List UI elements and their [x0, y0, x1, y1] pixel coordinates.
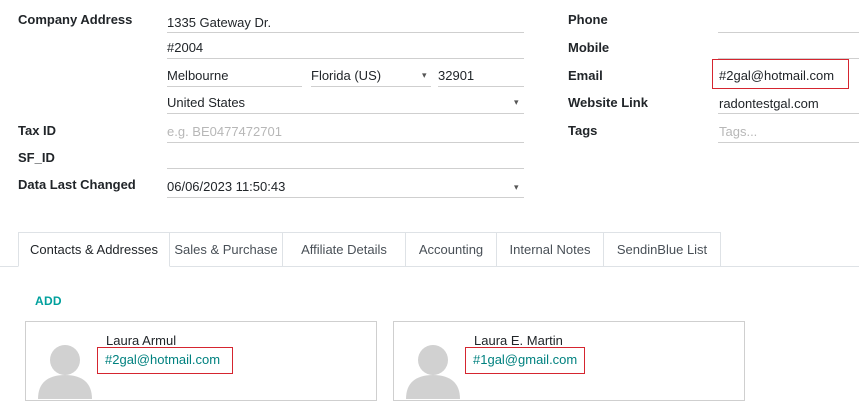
- tags-label: Tags: [568, 123, 598, 138]
- street-input[interactable]: 1335 Gateway Dr.: [167, 15, 271, 30]
- tags-underline: [718, 142, 859, 143]
- street2-underline: [167, 58, 524, 59]
- tab-sales-purchase[interactable]: Sales & Purchase: [170, 232, 283, 266]
- tax-id-input[interactable]: e.g. BE0477472701: [167, 124, 282, 139]
- contact-email-link[interactable]: #2gal@hotmail.com: [105, 352, 220, 367]
- mobile-label: Mobile: [568, 40, 610, 55]
- country-caret-icon[interactable]: ▾: [514, 97, 519, 108]
- data-last-changed-label: Data Last Changed: [18, 177, 136, 192]
- tags-input[interactable]: Tags...: [719, 124, 757, 139]
- data-last-changed-caret-icon[interactable]: ▾: [514, 182, 519, 193]
- contact-name: Laura E. Martin: [474, 333, 563, 348]
- company-address-label: Company Address: [18, 12, 133, 27]
- street2-input[interactable]: #2004: [167, 40, 203, 55]
- zip-input[interactable]: 32901: [438, 68, 474, 83]
- state-caret-icon[interactable]: ▾: [422, 70, 427, 81]
- website-underline: [718, 113, 859, 114]
- sf-id-label: SF_ID: [18, 150, 55, 165]
- city-underline: [167, 86, 302, 87]
- phone-input[interactable]: [718, 32, 859, 33]
- email-input[interactable]: #2gal@hotmail.com: [719, 68, 834, 83]
- avatar-placeholder-icon: [406, 345, 460, 399]
- website-input[interactable]: radontestgal.com: [719, 96, 819, 111]
- website-label: Website Link: [568, 95, 648, 110]
- contact-name: Laura Armul: [106, 333, 177, 348]
- tab-accounting[interactable]: Accounting: [406, 232, 497, 266]
- tab-affiliate-details[interactable]: Affiliate Details: [283, 232, 406, 266]
- tax-id-underline: [167, 142, 524, 143]
- add-contact-button[interactable]: ADD: [35, 294, 62, 308]
- sf-id-input[interactable]: [167, 168, 524, 169]
- zip-underline: [438, 86, 524, 87]
- data-last-changed-input[interactable]: 06/06/2023 11:50:43: [167, 179, 285, 194]
- state-underline: [311, 86, 431, 87]
- tax-id-label: Tax ID: [18, 123, 57, 138]
- city-input[interactable]: Melbourne: [167, 68, 228, 83]
- email-label: Email: [568, 68, 603, 83]
- country-underline: [167, 113, 524, 114]
- street-underline: [167, 32, 524, 33]
- contact-email-link[interactable]: #1gal@gmail.com: [473, 352, 577, 367]
- tab-sendinblue-list[interactable]: SendinBlue List: [604, 232, 721, 266]
- tab-contacts-addresses[interactable]: Contacts & Addresses: [18, 232, 170, 267]
- phone-label: Phone: [568, 12, 608, 27]
- state-select[interactable]: Florida (US): [311, 68, 381, 83]
- tab-internal-notes[interactable]: Internal Notes: [497, 232, 604, 266]
- data-last-changed-underline: [167, 197, 524, 198]
- avatar-placeholder-icon: [38, 345, 92, 399]
- country-select[interactable]: United States: [167, 95, 245, 110]
